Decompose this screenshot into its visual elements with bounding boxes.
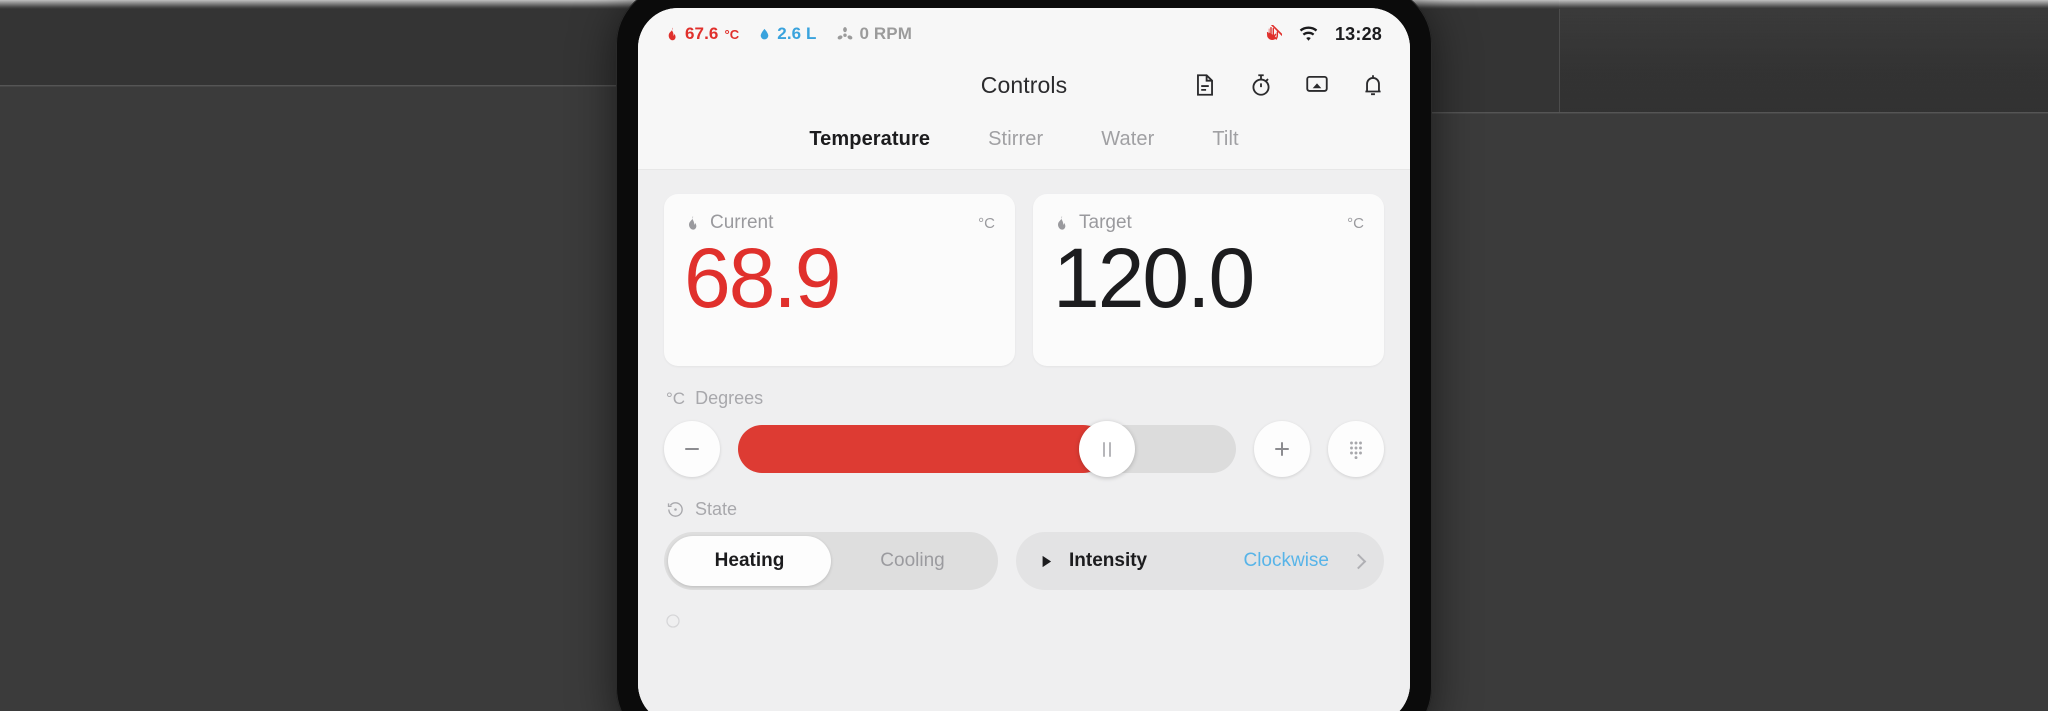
status-rpm: 0 RPM: [836, 24, 912, 44]
water-drop-icon: [761, 28, 769, 40]
content-area: Current °C 68.9 Target °C 120.0 °C Degre…: [638, 170, 1410, 711]
flame-icon: [689, 216, 697, 230]
bell-icon[interactable]: [1360, 72, 1386, 98]
status-temperature-value: 67.6: [685, 24, 719, 43]
heating-cooling-segmented-control: Heating Cooling: [664, 532, 998, 590]
target-temperature-value: 120.0: [1053, 231, 1255, 325]
cast-icon[interactable]: [1304, 72, 1330, 98]
partial-section-icon: [666, 614, 680, 628]
status-time: 13:28: [1334, 23, 1382, 44]
intensity-value: Clockwise: [1243, 550, 1329, 571]
tablet-device-frame: 67.6 °C 2.6 L 0 RPM 13:28 Controls Tempe…: [616, 0, 1432, 711]
readout-cards: Current °C 68.9 Target °C 120.0: [664, 194, 1384, 366]
play-icon: [1042, 555, 1052, 567]
timer-icon[interactable]: [1248, 72, 1274, 98]
tab-stirrer[interactable]: Stirrer: [988, 128, 1043, 151]
state-section-label: State: [695, 499, 738, 519]
flame-icon: [1058, 216, 1066, 230]
header-actions: [1192, 72, 1386, 98]
plus-icon: [1275, 442, 1289, 456]
degrees-section-header: °C Degrees: [666, 388, 1384, 409]
degrees-section-label: Degrees: [695, 388, 764, 408]
tab-tilt[interactable]: Tilt: [1212, 128, 1238, 151]
segment-heating[interactable]: Heating: [668, 536, 831, 586]
status-water-value: 2.6 L: [777, 24, 817, 43]
dialpad-icon: [1350, 441, 1362, 460]
grip-line: [1108, 441, 1111, 457]
target-temperature-card[interactable]: Target °C 120.0: [1033, 194, 1384, 366]
history-icon: [667, 502, 683, 517]
tab-temperature[interactable]: Temperature: [809, 128, 930, 151]
status-temperature: 67.6 °C: [664, 24, 739, 44]
intensity-row[interactable]: Intensity Clockwise: [1016, 532, 1384, 590]
intensity-label: Intensity: [1069, 550, 1148, 571]
state-section-header: State: [666, 499, 1384, 520]
degrees-slider[interactable]: [738, 421, 1236, 477]
increment-button[interactable]: [1254, 421, 1310, 477]
state-controls-row: Heating Cooling Intensity Clockwise: [664, 532, 1384, 590]
degrees-slider-row: [664, 421, 1384, 477]
minus-icon: [685, 448, 699, 450]
degrees-icon: °C: [666, 388, 686, 408]
status-temperature-unit: °C: [724, 26, 740, 42]
device-screen: 67.6 °C 2.6 L 0 RPM 13:28 Controls Tempe…: [638, 8, 1410, 711]
hand-slash-icon: [1266, 24, 1282, 40]
degrees-slider-thumb[interactable]: [1078, 421, 1135, 477]
document-icon[interactable]: [1192, 72, 1218, 98]
chevron-right-icon: [1350, 553, 1367, 569]
status-bar-system: 13:28: [1263, 24, 1382, 45]
current-temperature-card: Current °C 68.9: [664, 194, 1015, 366]
next-section-partial: [664, 612, 1384, 630]
keypad-button[interactable]: [1328, 421, 1384, 477]
status-bar-metrics: 67.6 °C 2.6 L 0 RPM: [664, 24, 912, 44]
grip-line: [1102, 441, 1105, 457]
segment-cooling[interactable]: Cooling: [831, 536, 994, 586]
current-temperature-value: 68.9: [684, 231, 842, 325]
propeller-icon: [837, 27, 852, 40]
status-bar: 67.6 °C 2.6 L 0 RPM 13:28: [638, 8, 1410, 54]
tab-bar: Temperature Stirrer Water Tilt: [638, 116, 1410, 170]
status-rpm-value: 0 RPM: [859, 24, 913, 43]
current-card-unit: °C: [978, 214, 995, 232]
app-header: Controls: [638, 54, 1410, 116]
tab-water[interactable]: Water: [1101, 128, 1154, 151]
screenshot-scene: 67.6 °C 2.6 L 0 RPM 13:28 Controls Tempe…: [0, 0, 2048, 711]
degrees-slider-fill: [738, 425, 1107, 473]
flame-icon: [668, 27, 676, 41]
decrement-button[interactable]: [664, 421, 720, 477]
status-water: 2.6 L: [758, 24, 816, 44]
target-card-unit: °C: [1347, 214, 1364, 232]
wifi-icon: [1299, 26, 1318, 41]
